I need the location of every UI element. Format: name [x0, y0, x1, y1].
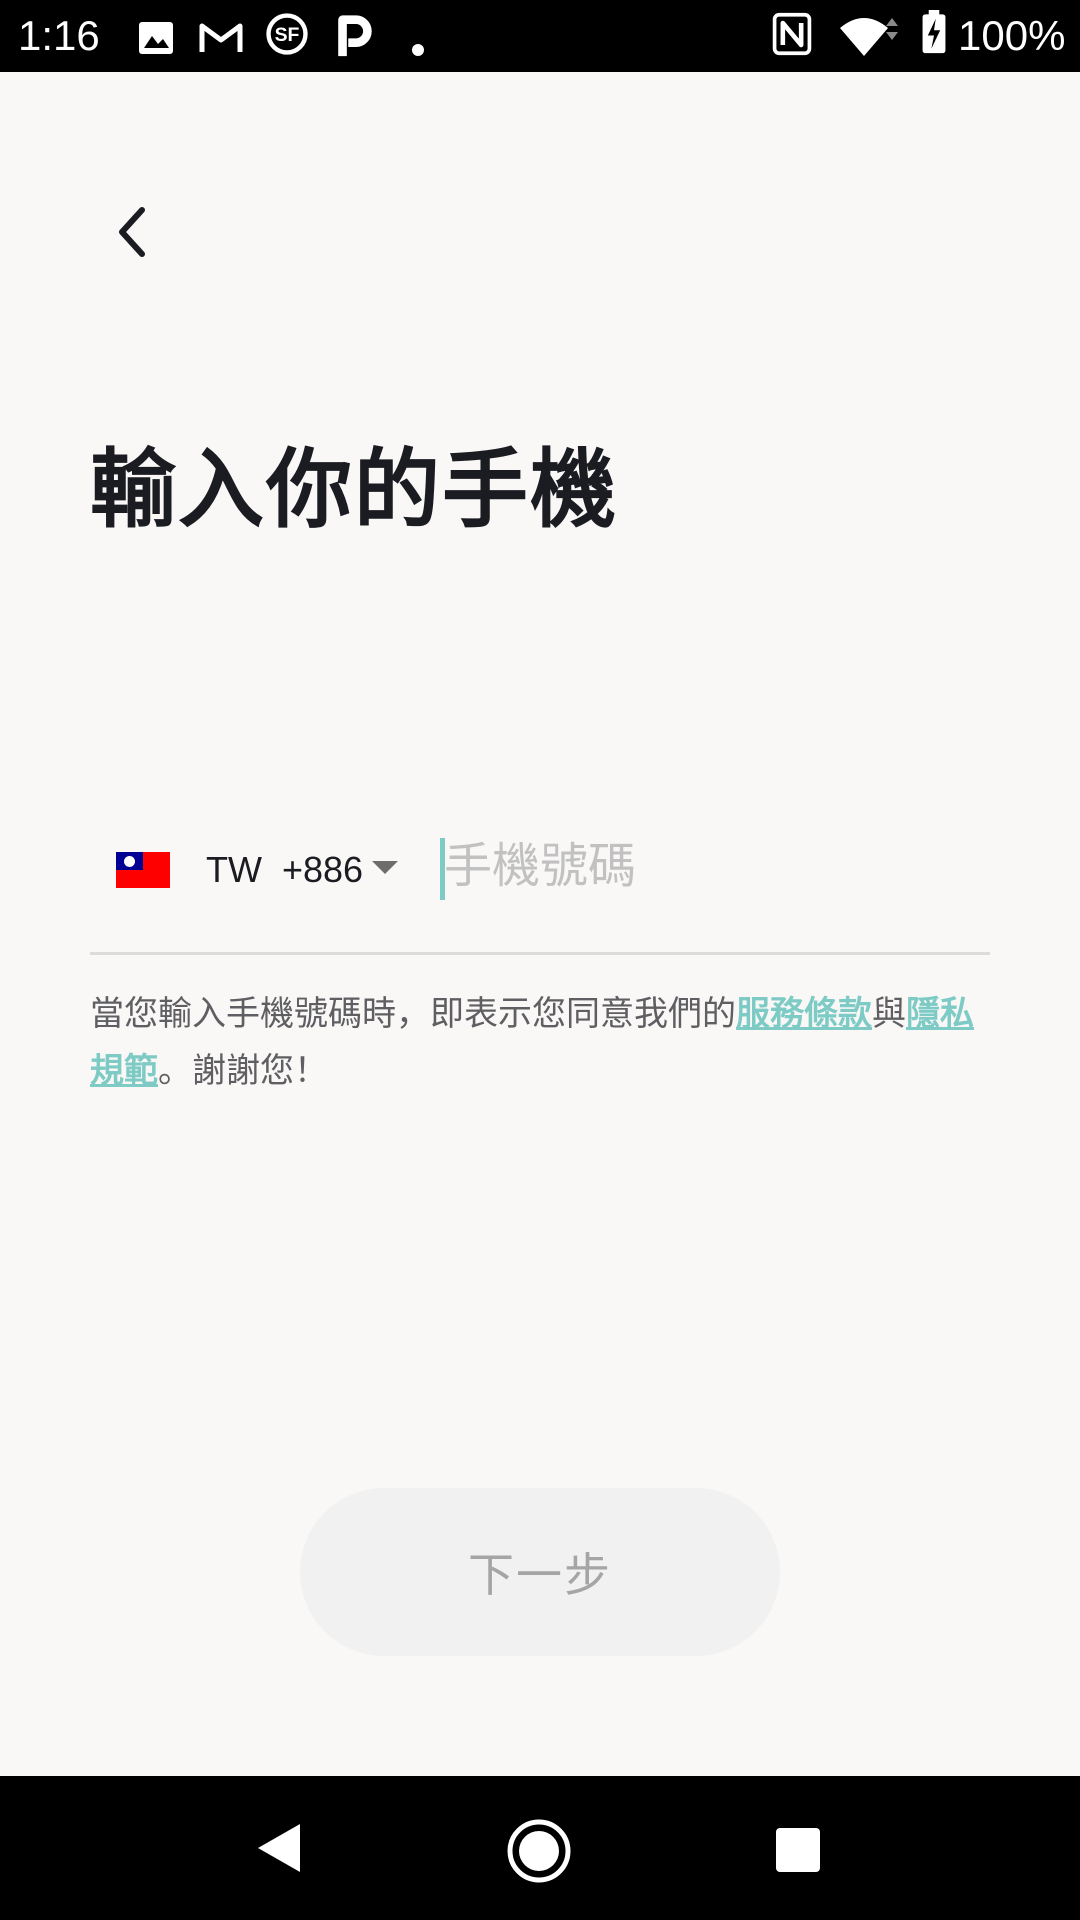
- nfc-icon: [772, 12, 812, 56]
- svg-text:SF: SF: [275, 24, 300, 46]
- chevron-left-icon: [119, 207, 145, 257]
- status-time: 1:16: [18, 12, 100, 59]
- flag-canton: [116, 852, 143, 870]
- next-step-button[interactable]: 下一步: [300, 1488, 780, 1656]
- flag-sun: [124, 856, 135, 867]
- gmail-icon: [199, 23, 243, 52]
- back-button[interactable]: [100, 196, 164, 268]
- input-underline: [90, 952, 990, 955]
- terms-suffix: 。謝謝您！: [158, 1051, 328, 1091]
- dial-code: +886: [281, 849, 364, 890]
- terms-text: 當您輸入手機號碼時，即表示您同意我們的服務條款與隱私規範。謝謝您！: [90, 986, 990, 1100]
- navigation-bar: [0, 1776, 1080, 1920]
- gallery-icon: [139, 22, 173, 54]
- phone-number-input[interactable]: [444, 834, 974, 898]
- wifi-icon: [840, 18, 898, 56]
- sf-icon: SF: [266, 13, 308, 55]
- country-picker[interactable]: TW +886: [90, 828, 420, 954]
- nav-home-icon[interactable]: [506, 1818, 572, 1884]
- status-bar: 1:16 SF 100%: [0, 0, 1080, 72]
- country-code: TW: [206, 849, 262, 890]
- terms-of-service-link[interactable]: 服務條款: [736, 994, 872, 1034]
- terms-prefix: 當您輸入手機號碼時，即表示您同意我們的: [90, 994, 736, 1034]
- terms-conjunction: 與: [872, 994, 906, 1034]
- phone-input-wrap: [440, 828, 990, 900]
- page-title: 輸入你的手機: [90, 440, 618, 540]
- chevron-down-icon: [372, 861, 398, 874]
- phone-row: TW +886: [90, 828, 990, 954]
- taiwan-flag-icon: [116, 852, 170, 888]
- nav-recents-icon[interactable]: [776, 1828, 820, 1872]
- p-app-icon: [338, 15, 372, 57]
- battery-percent: 100%: [958, 12, 1066, 59]
- battery-charging-icon: [922, 10, 946, 54]
- dot-icon: [412, 44, 424, 56]
- nav-back-icon[interactable]: [256, 1822, 302, 1874]
- country-code-label: TW +886: [206, 846, 363, 894]
